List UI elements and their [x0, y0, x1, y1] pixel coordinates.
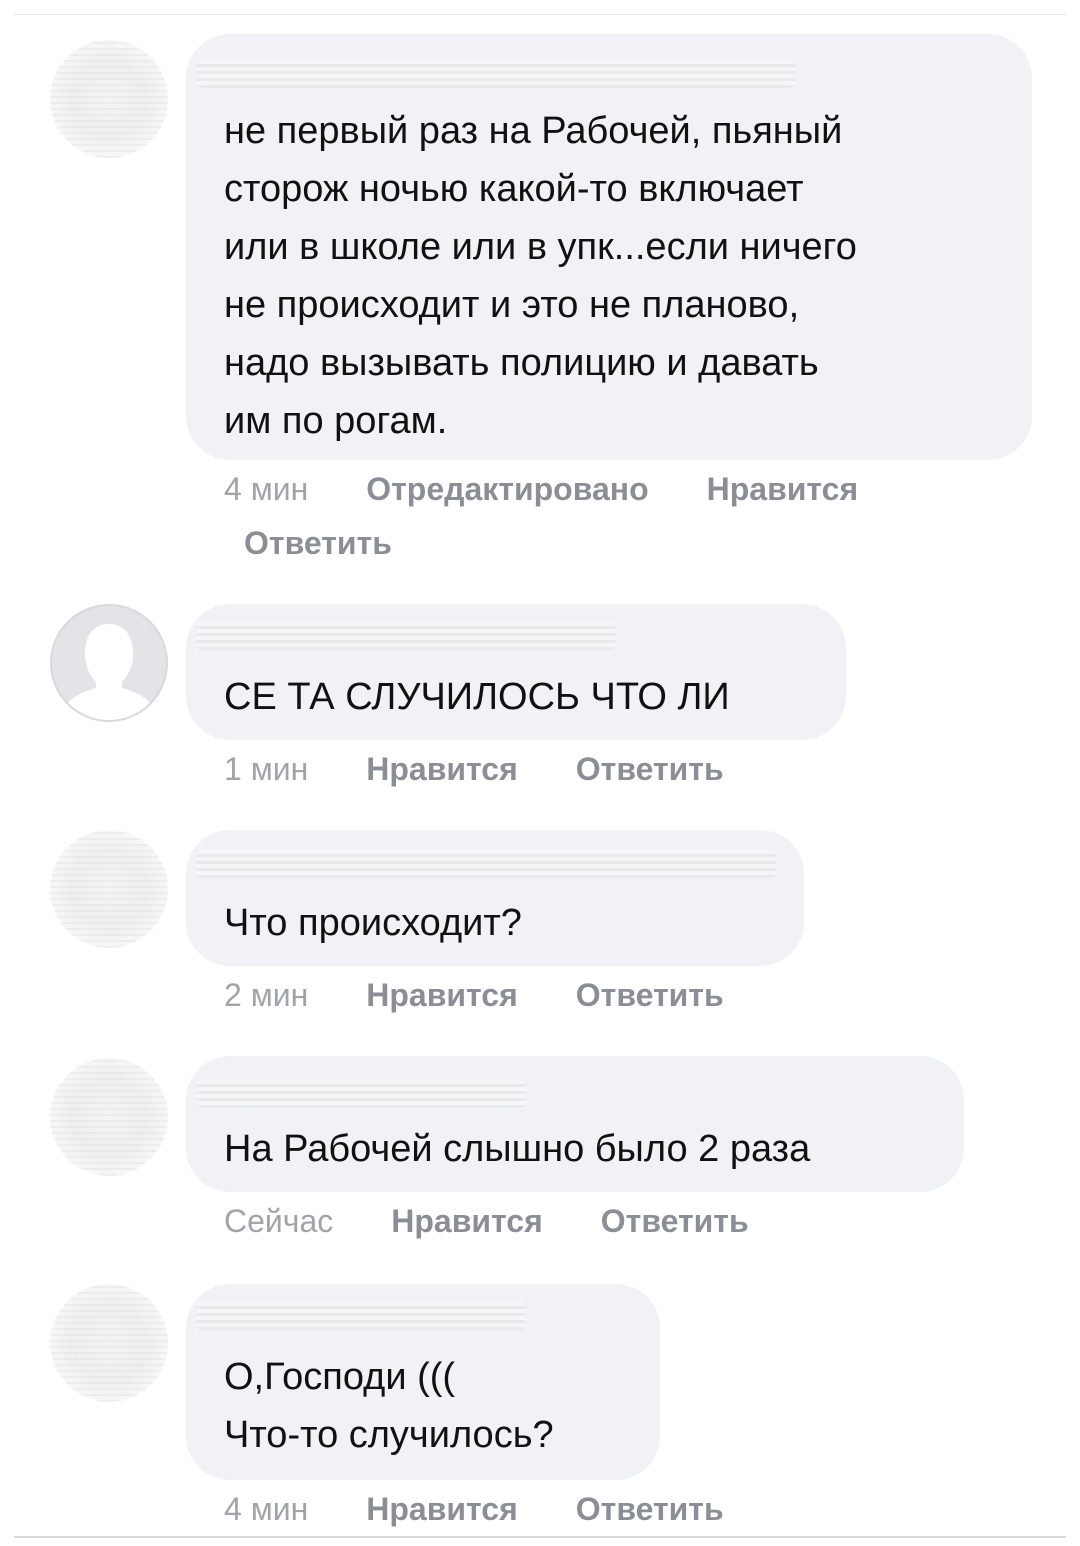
like-button[interactable]: Нравится [366, 1491, 518, 1527]
like-button[interactable]: Нравится [391, 1203, 543, 1239]
comment-text: не первый раз на Рабочей, пьяный сторож … [224, 110, 857, 442]
comment-meta: 4 мин Отредактировано Нравится [224, 462, 1024, 516]
comment-meta: 4 мин Нравится Ответить [224, 1482, 1024, 1536]
comment-meta-second-line: Ответить [244, 516, 392, 570]
comment-bubble: О,Господи ((( Что-то случилось? [186, 1284, 660, 1480]
top-divider [14, 14, 1066, 15]
like-button[interactable]: Нравится [366, 751, 518, 787]
reply-button[interactable]: Ответить [576, 977, 724, 1013]
bottom-divider [14, 1536, 1066, 1538]
reply-button[interactable]: Ответить [576, 751, 724, 787]
comment-bubble: не первый раз на Рабочей, пьяный сторож … [186, 34, 1032, 460]
comment-text: Что происходит? [224, 902, 522, 944]
avatar[interactable] [50, 40, 168, 158]
like-button[interactable]: Нравится [366, 977, 518, 1013]
comment-time: 4 мин [224, 471, 309, 507]
like-button[interactable]: Нравится [707, 471, 859, 507]
avatar[interactable] [50, 604, 168, 722]
author-name-redacted[interactable] [196, 60, 796, 88]
comment-text: СЕ ТА СЛУЧИЛОСЬ ЧТО ЛИ [224, 676, 730, 718]
comment-time: 1 мин [224, 751, 309, 787]
edited-label: Отредактировано [366, 471, 649, 507]
author-name-redacted[interactable] [196, 622, 616, 650]
comment-meta: 2 мин Нравится Ответить [224, 968, 1024, 1022]
comment-text: На Рабочей слышно было 2 раза [224, 1128, 811, 1170]
author-name-redacted[interactable] [196, 1302, 526, 1330]
author-name-redacted[interactable] [196, 850, 776, 878]
comment-bubble: На Рабочей слышно было 2 раза [186, 1056, 964, 1192]
avatar[interactable] [50, 830, 168, 948]
avatar[interactable] [50, 1058, 168, 1176]
comment-time: Сейчас [224, 1203, 334, 1239]
comment-bubble: СЕ ТА СЛУЧИЛОСЬ ЧТО ЛИ [186, 604, 846, 740]
author-name-redacted[interactable] [196, 1080, 526, 1108]
comment-time: 2 мин [224, 977, 309, 1013]
comment-meta: Сейчас Нравится Ответить [224, 1194, 1024, 1248]
person-silhouette-icon [52, 606, 166, 720]
comment-time: 4 мин [224, 1491, 309, 1527]
reply-button[interactable]: Ответить [244, 525, 392, 561]
reply-button[interactable]: Ответить [601, 1203, 749, 1239]
comment-meta: 1 мин Нравится Ответить [224, 742, 1024, 796]
reply-button[interactable]: Ответить [576, 1491, 724, 1527]
comment-bubble: Что происходит? [186, 830, 804, 966]
comment-text: О,Господи ((( Что-то случилось? [224, 1356, 554, 1456]
avatar[interactable] [50, 1284, 168, 1402]
